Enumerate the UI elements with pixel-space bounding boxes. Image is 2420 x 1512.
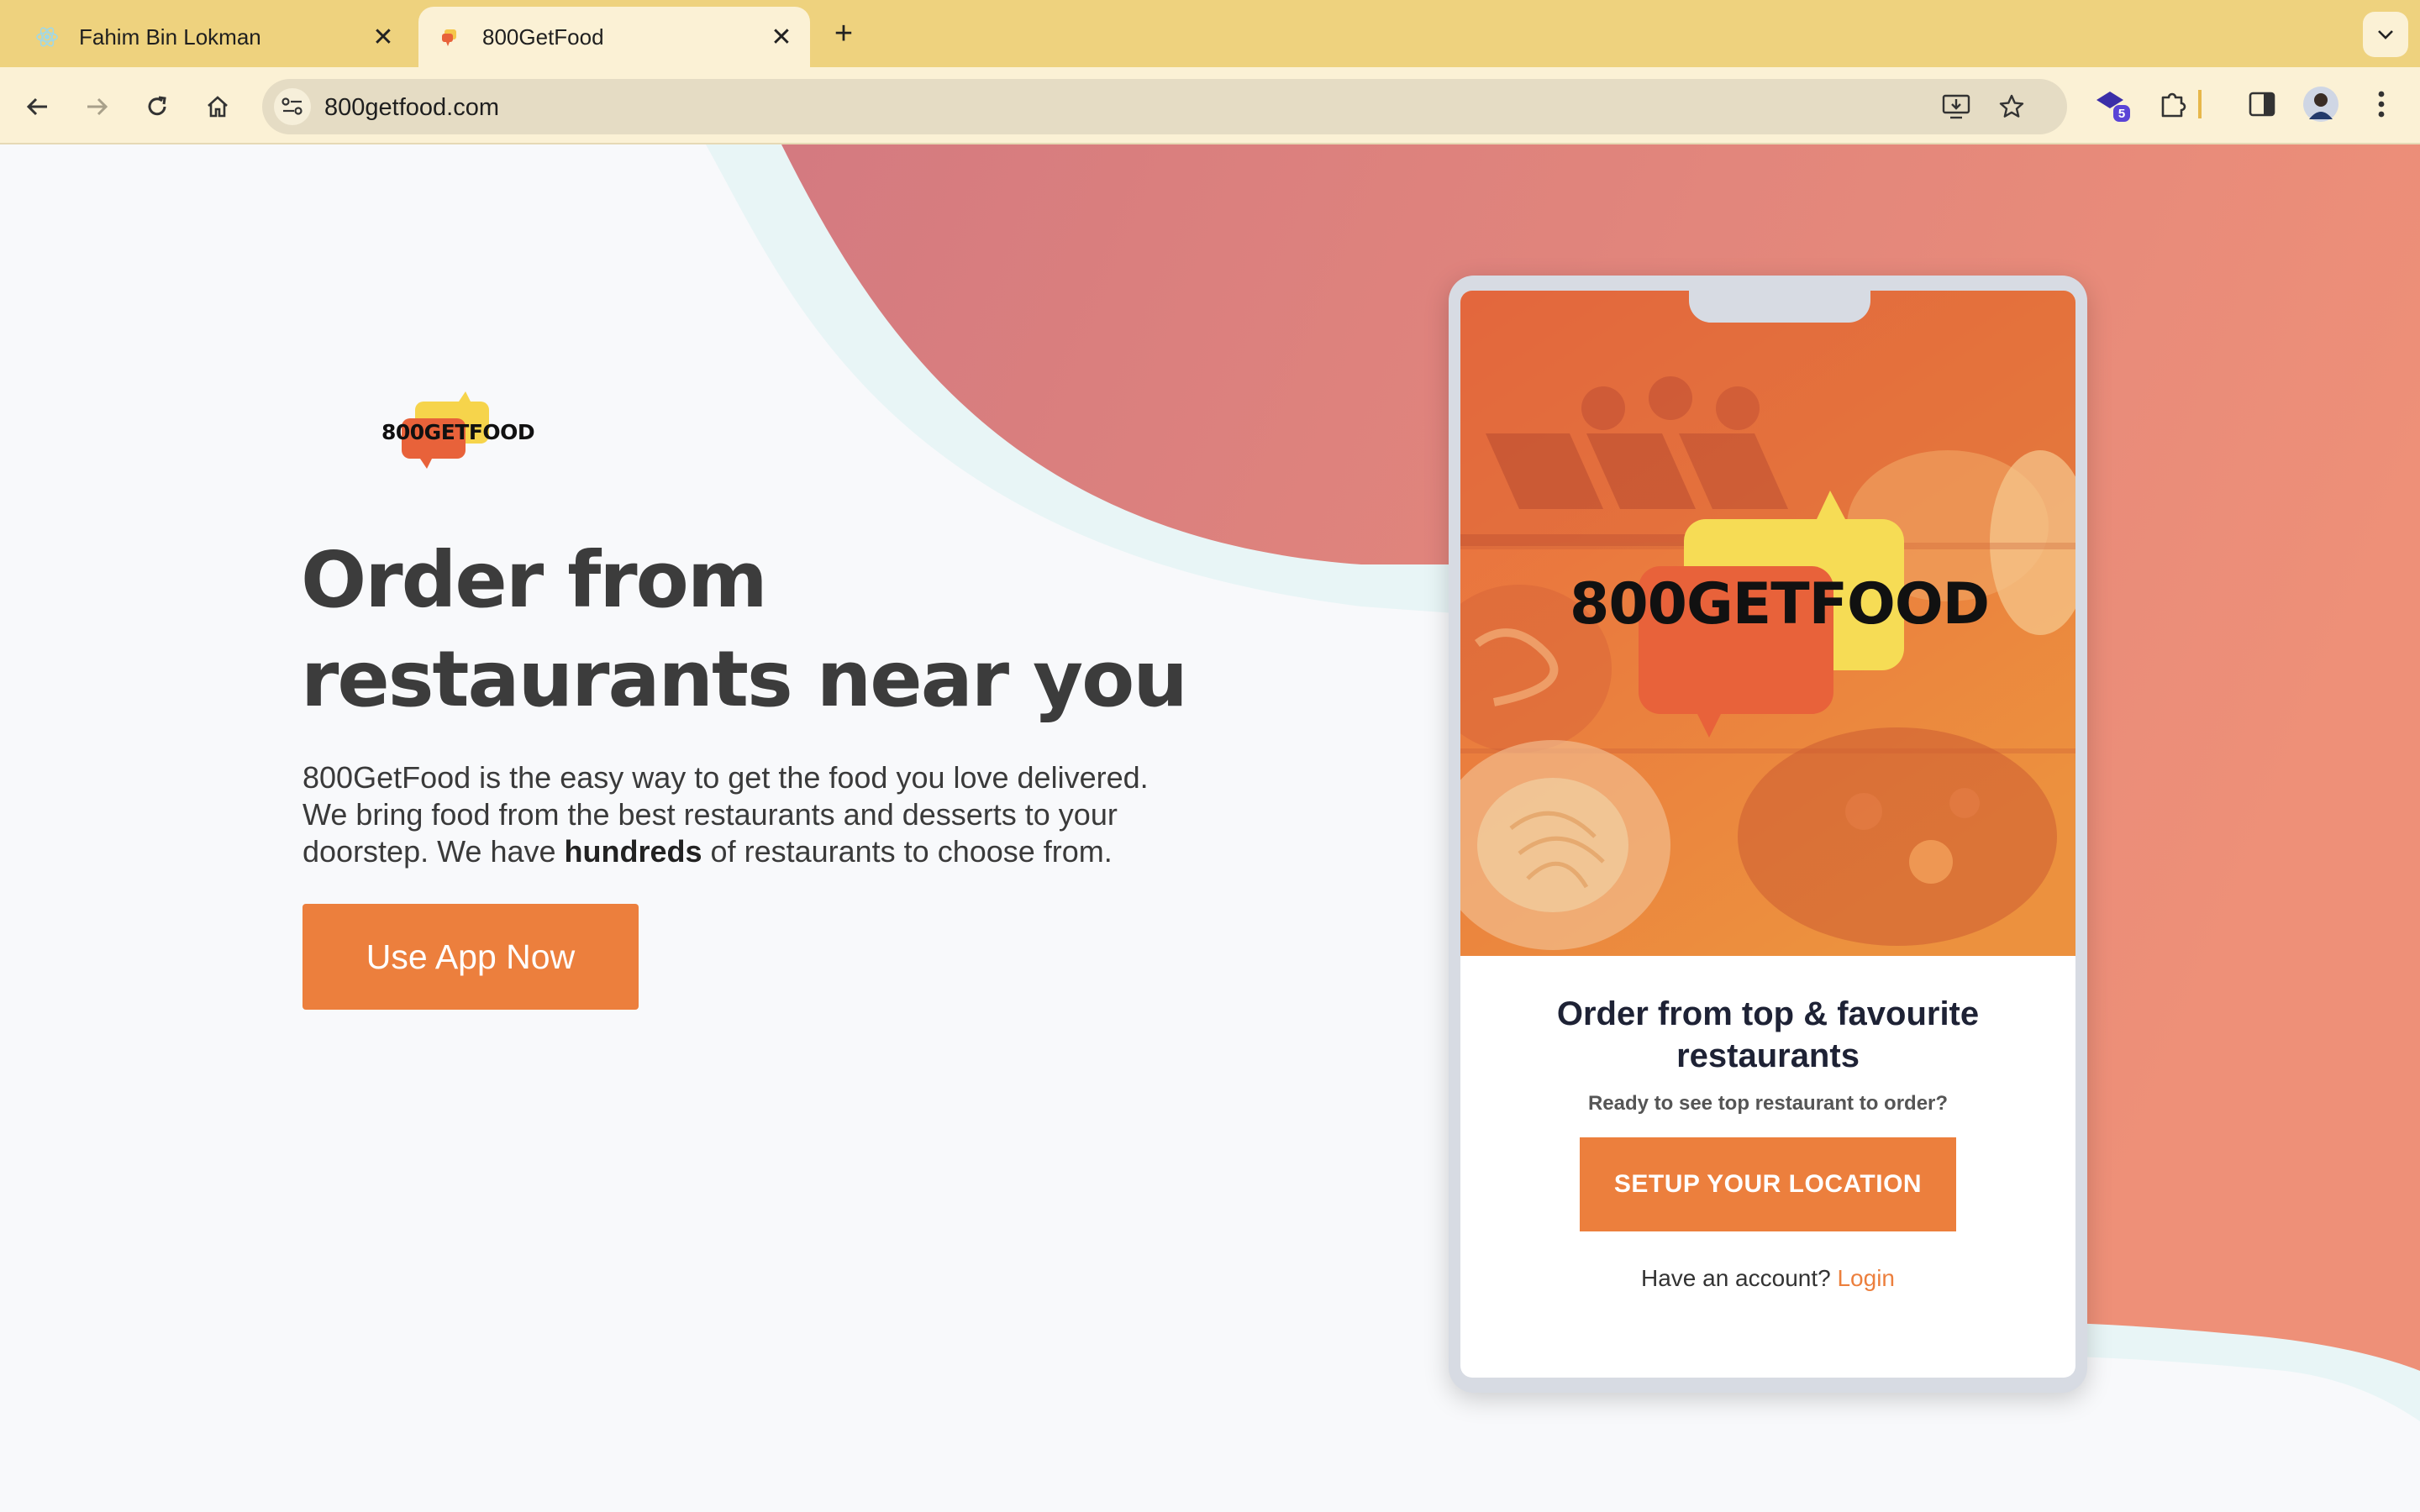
toolbar-divider: [2196, 84, 2203, 124]
home-icon[interactable]: [198, 87, 237, 126]
address-bar[interactable]: 800getfood.com: [262, 79, 2067, 134]
back-icon[interactable]: [18, 87, 57, 126]
extension-badge: 5: [2118, 107, 2125, 121]
phone-heading: Order from top & favourite restaurants: [1556, 995, 1980, 1074]
hero-description-bold: hundreds: [564, 834, 702, 869]
forward-icon[interactable]: [77, 87, 116, 126]
url-text: 800getfood.com: [324, 94, 499, 121]
hero-title-line2: restaurants near you: [301, 634, 1188, 724]
side-panel-icon[interactable]: [2242, 84, 2282, 124]
site-favicon-icon: [439, 25, 462, 49]
phone-notch: [1689, 291, 1870, 323]
tab-800getfood[interactable]: 800GetFood ✕: [418, 7, 810, 67]
logo-text: 800GETFOOD: [381, 420, 535, 444]
phone-mockup: 800GETFOOD Order from top & favourite re…: [1449, 276, 2087, 1393]
site-settings-icon[interactable]: [274, 88, 311, 125]
tab-fahim-bin-lokman[interactable]: Fahim Bin Lokman ✕: [13, 7, 412, 67]
close-tab-icon[interactable]: ✕: [366, 20, 400, 54]
phone-screen: 800GETFOOD Order from top & favourite re…: [1460, 291, 2075, 1378]
react-icon: [35, 25, 59, 49]
close-tab-icon[interactable]: ✕: [765, 20, 798, 54]
extension-icon[interactable]: 5: [2092, 84, 2133, 124]
more-menu-icon[interactable]: [2361, 84, 2402, 124]
bookmark-star-icon[interactable]: [1996, 92, 2027, 122]
hero-description: 800GetFood is the easy way to get the fo…: [302, 759, 1193, 870]
browser-toolbar: 800getfood.com: [0, 67, 2420, 144]
reload-icon[interactable]: [138, 87, 176, 126]
use-app-now-button[interactable]: Use App Now: [302, 904, 639, 1010]
setup-location-button[interactable]: SETUP YOUR LOCATION: [1580, 1137, 1956, 1231]
profile-avatar[interactable]: [2301, 84, 2341, 124]
login-link[interactable]: Login: [1837, 1265, 1895, 1291]
install-app-icon[interactable]: [1941, 92, 1971, 122]
tab-title: Fahim Bin Lokman: [79, 24, 261, 50]
login-prompt: Have an account? Login: [1494, 1265, 2042, 1292]
phone-subtext: Ready to see top restaurant to order?: [1587, 1092, 1949, 1115]
new-tab-icon[interactable]: +: [827, 16, 860, 51]
chevron-down-icon[interactable]: [2363, 12, 2408, 57]
brand-logo[interactable]: 800GETFOOD: [376, 388, 535, 480]
hero-title-line1: Order from: [301, 535, 768, 625]
browser-tab-bar: Fahim Bin Lokman ✕ 800GetFood ✕ +: [0, 0, 2420, 67]
web-page: 800GETFOOD Order from restaurants near y…: [0, 144, 2420, 1512]
phone-logo-text: 800GETFOOD: [1570, 571, 1990, 638]
login-prompt-text: Have an account?: [1640, 1265, 1831, 1291]
tab-title: 800GetFood: [482, 24, 604, 50]
hero-title: Order from restaurants near you: [301, 531, 1225, 729]
puzzle-extensions-icon[interactable]: [2153, 84, 2193, 124]
hero-description-end: of restaurants to choose from.: [702, 834, 1113, 869]
